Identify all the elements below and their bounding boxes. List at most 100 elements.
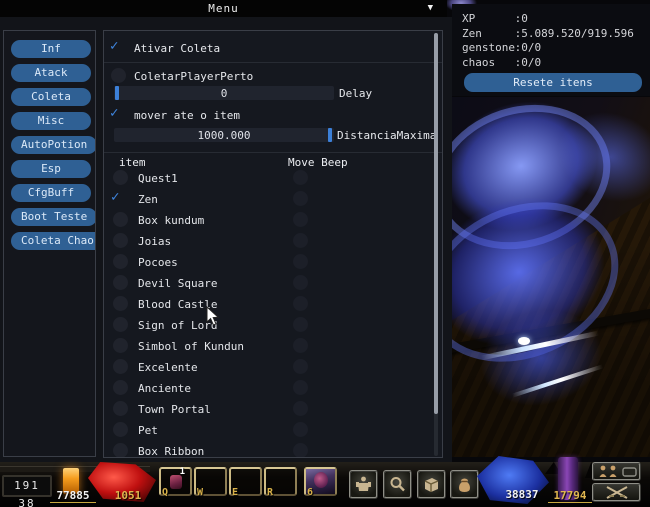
item-row[interactable]: ✓ Box Ribbon — [104, 442, 436, 458]
item-row[interactable]: ✓ Zen — [104, 190, 436, 211]
sidebar-tab-button[interactable]: CfgBuff — [11, 184, 91, 202]
checkbox-unchecked[interactable] — [113, 170, 128, 185]
skill-slot-r[interactable]: R — [264, 467, 297, 496]
sidebar-tab-button[interactable]: Atack — [11, 64, 91, 82]
stat-value: :0/0 — [515, 41, 542, 54]
move-beep-checkbox[interactable] — [293, 170, 308, 185]
stat-row: Zen :5.089.520/919.596 — [452, 27, 650, 42]
item-row[interactable]: ✓ Anciente — [104, 379, 436, 400]
jewel-count: 1051 — [104, 489, 152, 502]
slot-key-label: R — [267, 487, 273, 498]
stat-label: Zen — [462, 27, 508, 40]
item-label: Blood Castle — [138, 298, 217, 311]
checkbox-unchecked[interactable] — [113, 401, 128, 416]
check-icon: ✓ — [110, 105, 118, 121]
checkbox-unchecked[interactable] — [113, 296, 128, 311]
checkbox-unchecked[interactable] — [113, 212, 128, 227]
check-icon: ✓ — [110, 38, 118, 54]
item-row[interactable]: ✓ Excelente — [104, 358, 436, 379]
chevron-down-icon[interactable]: ▼ — [428, 3, 433, 13]
move-beep-checkbox[interactable] — [293, 443, 308, 458]
toggle-label: ColetarPlayerPerto — [134, 70, 253, 83]
duel-button[interactable] — [592, 483, 641, 502]
column-header-item: item — [119, 156, 146, 169]
divider — [104, 62, 443, 63]
sidebar-tab-label: Coleta Chao — [21, 234, 94, 247]
toggle-coletar-player-perto[interactable]: ColetarPlayerPerto — [104, 68, 434, 86]
move-beep-checkbox[interactable] — [293, 338, 308, 353]
move-beep-checkbox[interactable] — [293, 212, 308, 227]
sidebar-tab-button[interactable]: AutoPotion — [11, 136, 96, 154]
crystal-count: 38837 — [494, 488, 550, 501]
scrollbar-thumb[interactable] — [434, 33, 438, 414]
checkbox-unchecked[interactable] — [113, 338, 128, 353]
checkbox-unchecked[interactable] — [113, 380, 128, 395]
item-row[interactable]: ✓ Pocoes — [104, 253, 436, 274]
item-count: 1 — [180, 467, 185, 477]
move-beep-checkbox[interactable] — [293, 254, 308, 269]
stat-value: :0 — [515, 12, 528, 25]
sidebar-tab-button[interactable]: Esp — [11, 160, 91, 178]
stat-label: chaos — [462, 56, 508, 69]
move-beep-checkbox[interactable] — [293, 380, 308, 395]
toggle-mover-ate-item[interactable]: ✓ mover ate o item — [104, 107, 434, 125]
sidebar-tab-button[interactable]: Misc — [11, 112, 91, 130]
storage-button[interactable] — [417, 470, 446, 499]
skill-slot-6[interactable]: 6 — [304, 467, 337, 496]
move-beep-checkbox[interactable] — [293, 275, 308, 290]
check-icon[interactable]: ✓ — [111, 189, 119, 205]
item-row[interactable]: ✓ Box kundum — [104, 211, 436, 232]
item-list: ✓ Quest1 ✓ Zen ✓ Box kundum — [104, 169, 436, 458]
sidebar-tab-button[interactable]: Boot Teste — [11, 208, 96, 226]
move-beep-checkbox[interactable] — [293, 317, 308, 332]
item-row[interactable]: ✓ Joias — [104, 232, 436, 253]
item-row[interactable]: ✓ Sign of Lord — [104, 316, 436, 337]
move-beep-checkbox[interactable] — [293, 422, 308, 437]
move-beep-checkbox[interactable] — [293, 233, 308, 248]
inventory-button[interactable] — [450, 470, 479, 499]
search-button[interactable] — [383, 470, 412, 499]
toggle-ativar-coleta[interactable]: ✓ Ativar Coleta — [104, 40, 434, 58]
checkbox-unchecked[interactable] — [111, 68, 126, 83]
party-button[interactable] — [592, 462, 641, 481]
checkbox-unchecked[interactable] — [113, 359, 128, 374]
sidebar-tab-button[interactable]: Coleta Chao — [11, 232, 96, 250]
character-button[interactable] — [349, 470, 378, 499]
scrollbar-track[interactable] — [434, 33, 438, 456]
item-row[interactable]: ✓ Town Portal — [104, 400, 436, 421]
checkbox-unchecked[interactable] — [113, 422, 128, 437]
slider-value: 1000.000 — [114, 129, 334, 142]
checkbox-unchecked[interactable] — [113, 317, 128, 332]
stat-label: genstone — [462, 41, 508, 54]
item-row[interactable]: ✓ Pet — [104, 421, 436, 442]
checkbox-unchecked[interactable] — [113, 254, 128, 269]
menu-titlebar[interactable]: Menu ▼ — [0, 0, 447, 17]
item-row[interactable]: ✓ Devil Square — [104, 274, 436, 295]
checkbox-unchecked[interactable] — [113, 233, 128, 248]
item-label: Zen — [138, 193, 158, 206]
item-label: Excelente — [138, 361, 198, 374]
move-beep-checkbox[interactable] — [293, 191, 308, 206]
move-beep-checkbox[interactable] — [293, 296, 308, 311]
checkbox-unchecked[interactable] — [113, 443, 128, 458]
delay-slider[interactable]: 0 — [114, 86, 334, 100]
skill-slot-e[interactable]: E — [229, 467, 262, 496]
bag-icon — [455, 475, 474, 494]
item-row[interactable]: ✓ Blood Castle — [104, 295, 436, 316]
sidebar-tab-button[interactable]: Inf — [11, 40, 91, 58]
resete-itens-button[interactable]: Resete itens — [464, 73, 642, 92]
move-beep-checkbox[interactable] — [293, 401, 308, 416]
slot-key-label: E — [232, 487, 238, 498]
skill-slot-w[interactable]: W — [194, 467, 227, 496]
move-beep-checkbox[interactable] — [293, 359, 308, 374]
sidebar-tab-label: Boot Teste — [21, 210, 87, 223]
checkbox-unchecked[interactable] — [113, 275, 128, 290]
skill-slot-q[interactable]: 1 Q — [159, 467, 192, 496]
stat-row: chaos :0/0 — [452, 56, 650, 71]
pillar-count: 17794 — [548, 489, 592, 503]
armor-icon — [354, 475, 373, 494]
sidebar-tab-button[interactable]: Coleta — [11, 88, 91, 106]
item-row[interactable]: ✓ Simbol of Kundun — [104, 337, 436, 358]
item-row[interactable]: ✓ Quest1 — [104, 169, 436, 190]
distancia-slider[interactable]: 1000.000 — [114, 128, 334, 142]
